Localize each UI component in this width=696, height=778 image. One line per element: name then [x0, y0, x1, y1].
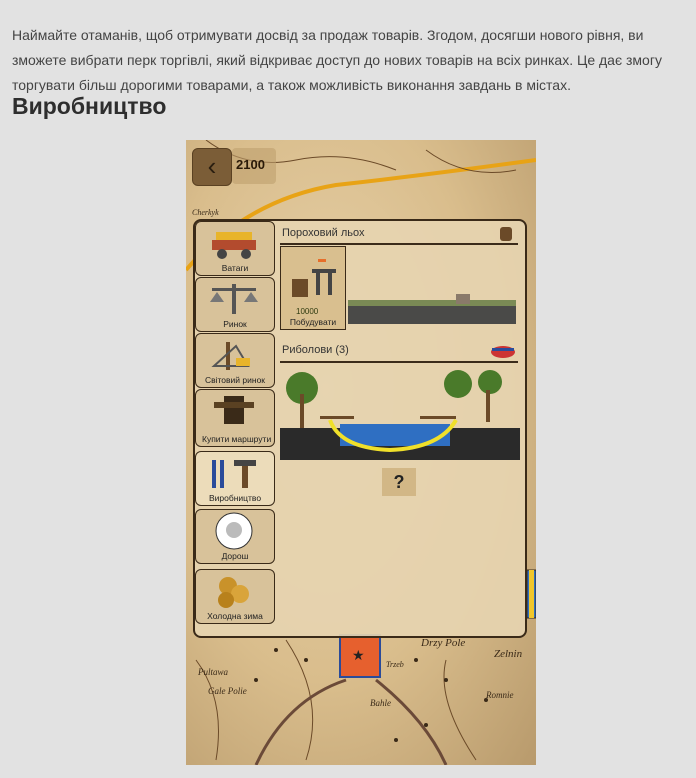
- powder-building-icon: [292, 259, 336, 297]
- scales-icon: [210, 284, 258, 314]
- sidebar: Ватаги Ринок Світовий ринок Купити маршр…: [193, 219, 279, 634]
- sidebar-item-label: Ринок: [223, 319, 247, 329]
- build-label: Побудувати: [289, 317, 337, 327]
- map-label: Trzeb: [386, 660, 404, 669]
- sidebar-item-svitovyi-rynok[interactable]: Світовий ринок: [195, 333, 275, 388]
- sidebar-item-label: Холодна зима: [207, 611, 263, 621]
- sidebar-item-label: Дорош: [221, 551, 249, 561]
- tools-icon: [212, 460, 256, 488]
- map-label: Zelnin: [494, 648, 523, 660]
- sidebar-item-vyrobnytstvo[interactable]: Виробництво: [195, 451, 275, 506]
- fishers-title: Риболови (3): [282, 344, 349, 356]
- svg-text:★: ★: [352, 647, 365, 663]
- sidebar-item-label: Виробництво: [208, 493, 262, 503]
- barrel-icon: [500, 227, 512, 241]
- divider: [280, 361, 518, 363]
- sidebar-item-label: Ватаги: [221, 263, 249, 273]
- coin-value: 2100: [236, 157, 265, 172]
- section-heading: Виробництво: [12, 93, 167, 119]
- fishers-scene: [280, 370, 520, 460]
- sidebar-item-rynok[interactable]: Ринок: [195, 277, 275, 332]
- cart-icon: [212, 232, 256, 259]
- map-label: Gale Polie: [208, 686, 247, 696]
- back-button[interactable]: ‹: [192, 148, 232, 186]
- map-label: Romnie: [486, 690, 514, 700]
- build-cost: 10000: [296, 307, 319, 316]
- sidebar-item-label: Світовий ринок: [204, 375, 266, 385]
- route-icon: [214, 396, 254, 424]
- sidebar-item-label: Купити маршрути: [202, 434, 272, 444]
- sidebar-item-kupyty-marshruty[interactable]: Купити маршрути: [195, 389, 275, 447]
- portrait-icon: [215, 512, 253, 550]
- world-scales-icon: [211, 342, 250, 370]
- map-label: Cherkyk: [192, 208, 219, 217]
- sidebar-item-vatagy[interactable]: Ватаги: [195, 221, 275, 276]
- fish-icon: [491, 346, 515, 358]
- map-label: Drzy Pole: [421, 637, 466, 649]
- coins-icon: [218, 577, 249, 608]
- intro-paragraph: Наймайте отаманів, щоб отримувати досвід…: [12, 27, 662, 93]
- help-button[interactable]: ?: [382, 468, 416, 496]
- map-label: Bahle: [370, 698, 391, 708]
- powder-cellar-title: Пороховий льох: [282, 227, 365, 239]
- divider: [280, 243, 518, 245]
- map-label: Pultawa: [198, 667, 229, 677]
- sidebar-item-dorosh[interactable]: Дорош: [195, 509, 275, 564]
- game-screenshot: ★ ‹ 2100 Drzy Pole Zelnin Pultawa Gale P…: [186, 140, 536, 765]
- powder-scene: [348, 294, 516, 324]
- sidebar-item-kholodna-zyma[interactable]: Холодна зима: [195, 569, 275, 624]
